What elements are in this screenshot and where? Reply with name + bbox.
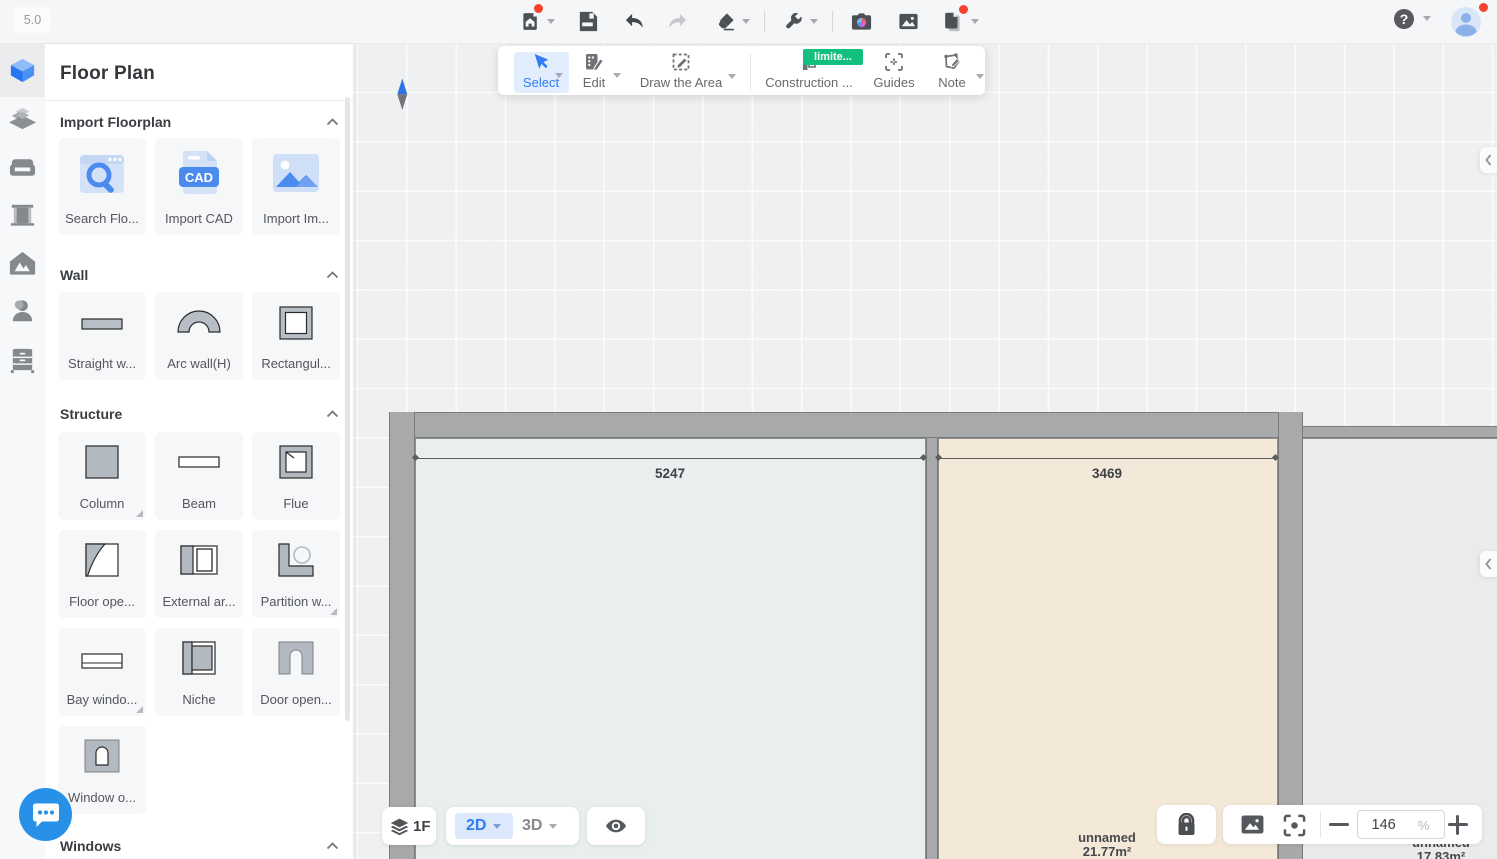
svg-text:CAD: CAD bbox=[185, 170, 213, 185]
svg-text:?: ? bbox=[1400, 11, 1409, 27]
